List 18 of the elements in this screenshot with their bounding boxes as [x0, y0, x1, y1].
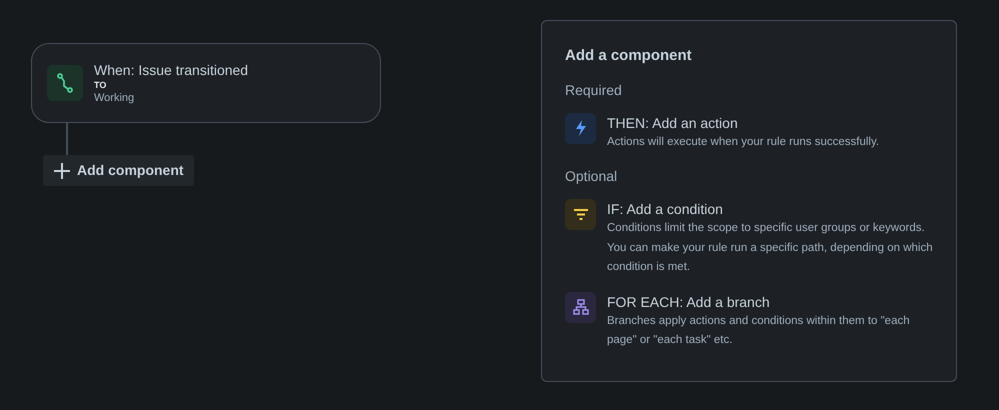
hierarchy-icon: [572, 299, 588, 315]
trigger-label: TO: [94, 79, 108, 91]
plus-icon: [53, 162, 71, 180]
component-option[interactable]: THEN: Add an action: [607, 112, 880, 132]
transition-path-icon: [57, 73, 73, 93]
option-description: Branches apply actions and conditions within them to "each page" or "each task" etc.: [607, 314, 911, 348]
section-heading: Optional: [565, 167, 618, 186]
option-description: Conditions limit the scope to specific user groups or keywords. You can make your rule run a specific path, depending on which condition is met.: [607, 221, 933, 275]
lightning-icon: [574, 120, 586, 136]
component-option[interactable]: FOR EACH: Add a branch: [607, 292, 933, 312]
panel-title: Add a component: [565, 46, 693, 66]
option-description: Actions will execute when your rule runs successfully.: [607, 134, 880, 150]
filter-icon: [574, 209, 588, 220]
trigger-title: When: Issue transitioned: [94, 61, 248, 79]
trigger-value: Working: [94, 91, 136, 105]
component-option[interactable]: IF: Add a condition: [607, 199, 933, 219]
add-component-button[interactable]: Add component: [43, 155, 194, 186]
section-heading: Required: [565, 80, 623, 100]
